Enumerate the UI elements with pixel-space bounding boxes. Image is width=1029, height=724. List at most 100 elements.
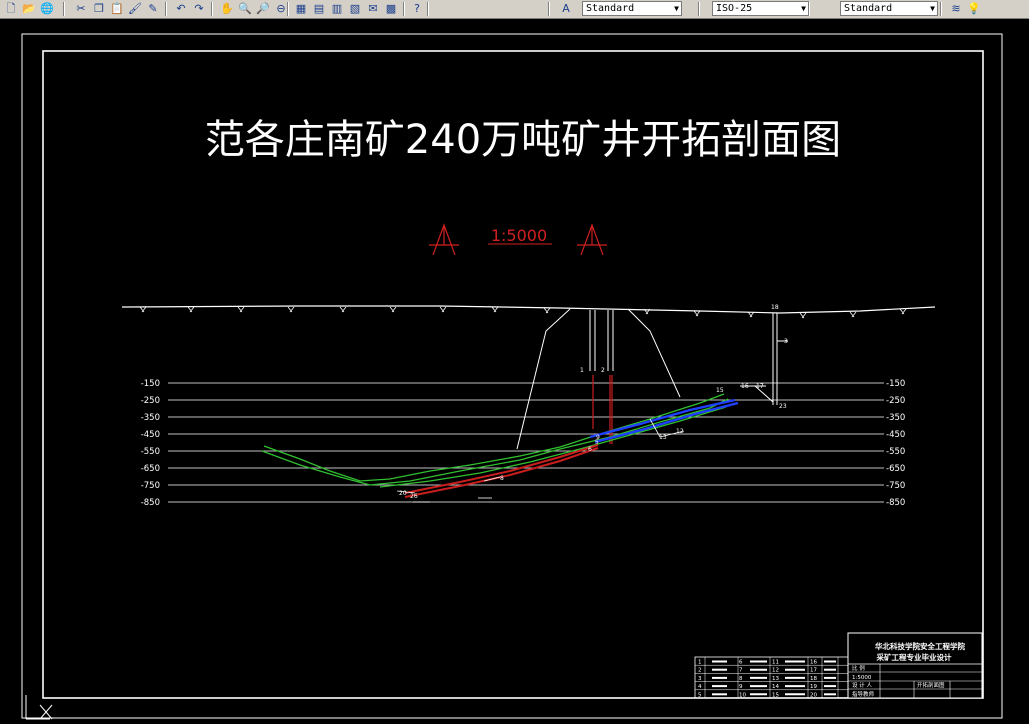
text-style-icon[interactable]: A xyxy=(558,1,574,16)
elevation-label-right: -350 xyxy=(886,413,905,423)
title-block-reviewer: 指导教师 xyxy=(852,690,875,698)
label-17: 17 xyxy=(756,383,764,390)
label-9: 9 xyxy=(596,434,600,441)
parts-table-cell: 20 xyxy=(810,692,817,698)
elevation-label-right: -150 xyxy=(886,379,905,389)
select-value: Standard xyxy=(586,3,635,14)
label-8: 8 xyxy=(500,475,504,482)
calculator-icon[interactable]: ▩ xyxy=(383,1,399,16)
label-26: 26 xyxy=(410,493,418,500)
parts-table: 1234567891011121314151617181920 xyxy=(694,656,849,699)
block-editor-icon[interactable]: ✎ xyxy=(145,1,161,16)
title-block-scale-label: 比 例 xyxy=(852,664,865,672)
markup-icon[interactable]: ✉ xyxy=(365,1,381,16)
parts-table-cell: 3 xyxy=(698,676,702,682)
layers-icon[interactable]: ≋ xyxy=(948,1,964,16)
label-16: 16 xyxy=(741,383,749,390)
parts-table-cell: 2 xyxy=(698,668,702,674)
match-properties-icon[interactable]: 🖌 xyxy=(127,1,143,16)
zoom-realtime-icon[interactable]: 🔍 xyxy=(237,1,253,16)
elevation-lines: -150 -150 -250 -250 -350 -350 -450 -450 -550 -550… xyxy=(141,379,906,508)
toolbar-separator xyxy=(211,2,213,16)
drawing-canvas[interactable]: 范各庄南矿240万吨矿井开拓剖面图 1:5000 -150 -150 -250 -25… xyxy=(0,19,1029,724)
elevation-label-right: -450 xyxy=(886,430,905,440)
title-block: 华北科技学院安全工程学院 采矿工程专业毕业设计 比 例 1:5000 设 计 人… xyxy=(847,632,983,699)
toolbar-separator xyxy=(403,2,405,16)
section-mark-right xyxy=(577,223,607,256)
paste-icon[interactable]: 📋 xyxy=(109,1,125,16)
label-1: 1 xyxy=(580,367,584,374)
copy-icon[interactable]: ❐ xyxy=(91,1,107,16)
label-6: 6 xyxy=(588,446,592,453)
label-18: 18 xyxy=(771,304,779,311)
toolbar-separator xyxy=(427,2,429,16)
parts-table-cell: 11 xyxy=(772,660,779,666)
tool-palettes-icon[interactable]: ▥ xyxy=(329,1,345,16)
parts-table-cell: 18 xyxy=(810,676,817,682)
drawing-title: 范各庄南矿240万吨矿井开拓剖面图 xyxy=(205,117,841,163)
pan-icon[interactable]: ✋ xyxy=(219,1,235,16)
title-block-drawing-name: 开拓剖面图 xyxy=(917,681,945,689)
toolbar-separator xyxy=(940,2,942,16)
title-block-school: 华北科技学院安全工程学院 xyxy=(875,641,965,651)
zoom-window-icon[interactable]: 🔎 xyxy=(255,1,271,16)
parts-table-cell: 8 xyxy=(739,676,743,682)
chevron-down-icon[interactable]: ▼ xyxy=(930,2,935,15)
parts-table-cell: 12 xyxy=(772,668,779,674)
parts-table-cell: 7 xyxy=(739,668,743,674)
properties-icon[interactable]: ▦ xyxy=(293,1,309,16)
elevation-label-right: -250 xyxy=(886,396,905,406)
parts-table-cell: 14 xyxy=(772,684,779,690)
cut-icon[interactable]: ✂ xyxy=(73,1,89,16)
elevation-label-left: -150 xyxy=(141,379,160,389)
parts-table-cell: 13 xyxy=(772,676,779,682)
redo-icon[interactable]: ↷ xyxy=(191,1,207,16)
elevation-label-left: -250 xyxy=(141,396,160,406)
parts-table-cell: 6 xyxy=(739,660,743,666)
undo-icon[interactable]: ↶ xyxy=(173,1,189,16)
open-icon[interactable]: 📂 xyxy=(21,1,37,16)
elevation-label-left: -750 xyxy=(141,481,160,491)
label-23: 23 xyxy=(779,403,787,410)
parts-table-cell: 1 xyxy=(698,660,702,666)
label-13: 13 xyxy=(659,434,667,441)
title-block-designer: 设 计 人 xyxy=(852,681,872,689)
toolbar-separator xyxy=(287,2,289,16)
standard-toolbar: 🗋📂🌐✂❐📋🖌✎↶↷✋🔍🔎⊖▦▤▥▧✉▩?A↗▤≋💡Standard▼ISO-2… xyxy=(0,0,1029,19)
layer-bulb-icon[interactable]: 💡 xyxy=(966,1,982,16)
design-center-icon[interactable]: ▤ xyxy=(311,1,327,16)
parts-table-cell: 19 xyxy=(810,684,817,690)
main-shafts xyxy=(589,310,614,371)
elevation-label-right: -750 xyxy=(886,481,905,491)
new-drawing-icon[interactable]: 🗋 xyxy=(3,1,19,16)
chevron-down-icon[interactable]: ▼ xyxy=(674,2,679,15)
elevation-label-left: -550 xyxy=(141,447,160,457)
dim-style-select[interactable]: ISO-25 ▼ xyxy=(712,1,809,16)
label-2: 2 xyxy=(601,367,605,374)
parts-table-cell: 9 xyxy=(739,684,743,690)
toolbar-separator xyxy=(63,2,65,16)
pillar-boundary-right xyxy=(627,308,681,398)
help-icon[interactable]: ? xyxy=(409,1,425,16)
section-mark-left xyxy=(429,223,459,256)
elevation-label-left: -650 xyxy=(141,464,160,474)
sheet-set-icon[interactable]: ▧ xyxy=(347,1,363,16)
toolbar-separator xyxy=(548,2,550,16)
toolbar-separator xyxy=(165,2,167,16)
parts-table-cell: 15 xyxy=(772,692,779,698)
select-value: Standard xyxy=(844,3,893,14)
title-block-program: 采矿工程专业毕业设计 xyxy=(876,652,952,662)
label-15: 15 xyxy=(716,387,724,394)
text-style-select[interactable]: Standard ▼ xyxy=(582,1,682,16)
ventilation-shaft xyxy=(740,313,788,405)
label-20: 20 xyxy=(399,490,407,497)
toolbar-separator xyxy=(698,2,700,16)
select-value: ISO-25 xyxy=(716,3,753,14)
label-12: 12 xyxy=(676,428,684,435)
table-style-select[interactable]: Standard ▼ xyxy=(840,1,938,16)
elevation-label-left: -350 xyxy=(141,413,160,423)
chevron-down-icon[interactable]: ▼ xyxy=(801,2,806,15)
save-icon[interactable]: 🌐 xyxy=(39,1,55,16)
title-block-scale-value: 1:5000 xyxy=(852,675,872,681)
parts-table-cell: 4 xyxy=(698,684,702,690)
